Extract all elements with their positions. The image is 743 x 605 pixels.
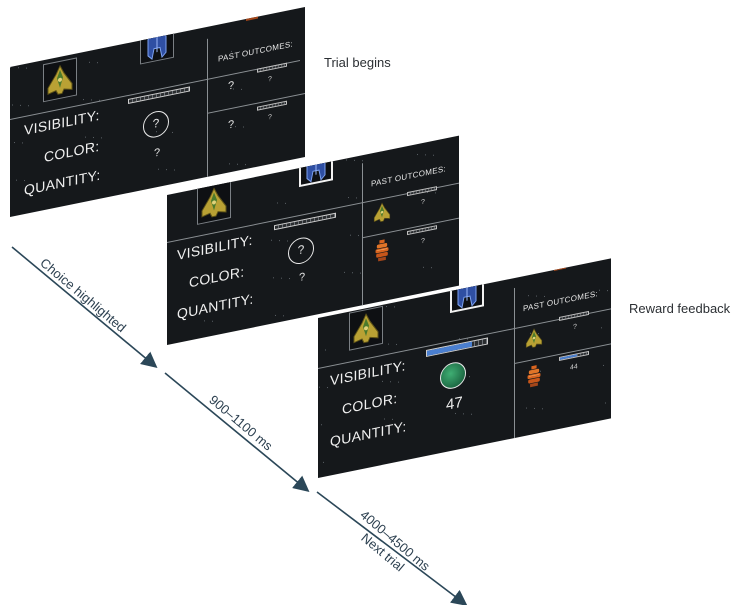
diagram: VISIBILITY: COLOR: QUANTITY: ? ? PAST OU… <box>0 0 743 605</box>
timeline-arrow-1 <box>11 246 158 369</box>
timeline-arrow-3 <box>316 491 468 605</box>
timeline-arrow-2 <box>164 372 310 493</box>
